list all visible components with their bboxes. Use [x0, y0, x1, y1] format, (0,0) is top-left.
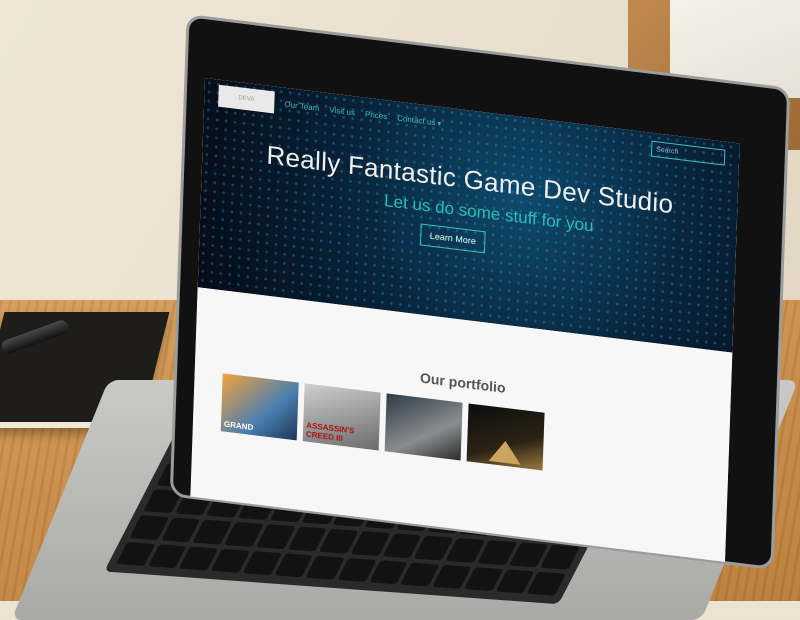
portfolio-item-label: GRAND	[223, 419, 254, 433]
nav-link-contact-us[interactable]: Contact us ▾	[397, 113, 441, 127]
pyramid-image	[488, 439, 522, 465]
nav-link-visit-us[interactable]: Visit us	[329, 105, 355, 117]
nav-link-prices[interactable]: Prices	[365, 109, 388, 121]
site-logo[interactable]: DEVA	[218, 84, 275, 114]
nav-link-our-team[interactable]: Our Team	[284, 99, 319, 112]
portfolio-item-label: ASSASSIN'S CREED III	[305, 420, 355, 444]
laptop-screen: DEVA Our Team Visit us Prices Contact us…	[190, 78, 740, 562]
chevron-down-icon: ▾	[437, 119, 442, 128]
portfolio-item-gta[interactable]: GRAND	[220, 373, 299, 441]
portfolio-item-pyramid[interactable]	[466, 403, 545, 471]
search-input[interactable]	[650, 140, 726, 166]
portfolio-item-assassins-creed[interactable]: ASSASSIN'S CREED III	[302, 383, 381, 451]
portfolio-item-soldier[interactable]	[384, 393, 463, 461]
learn-more-button[interactable]: Learn More	[420, 223, 486, 254]
contact-us-label: Contact us	[397, 113, 436, 127]
